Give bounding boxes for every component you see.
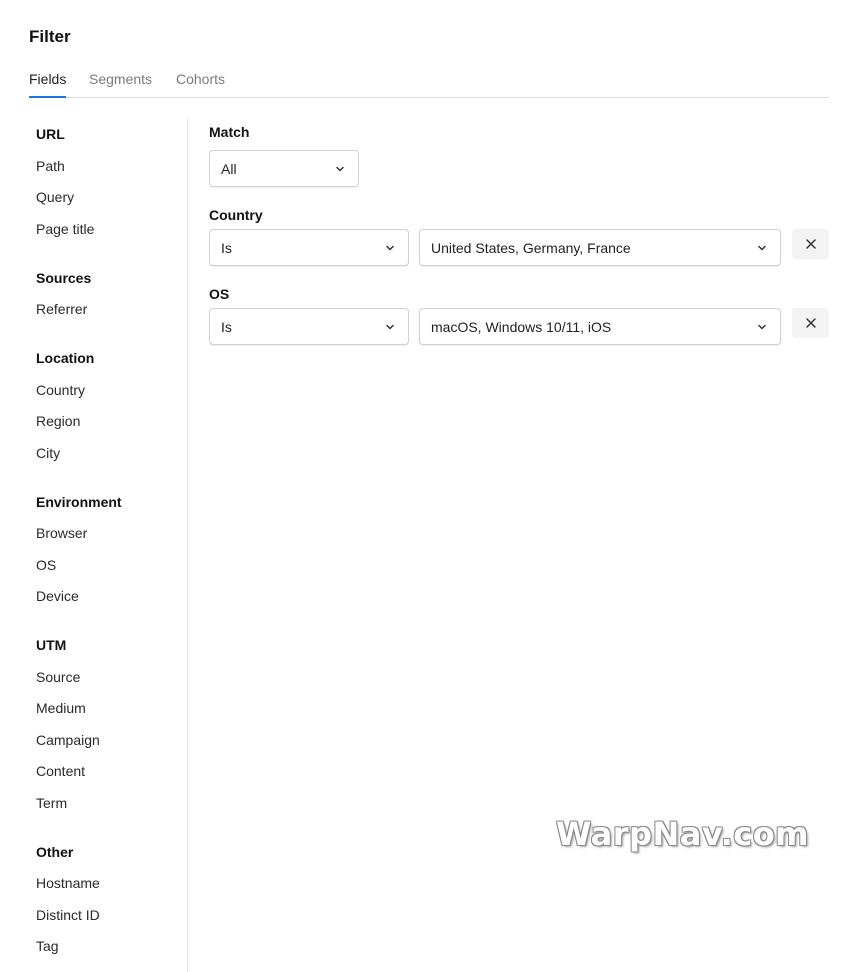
group-heading-url: URL bbox=[36, 126, 65, 142]
field-item-content[interactable]: Content bbox=[36, 763, 85, 779]
group-heading-sources: Sources bbox=[36, 270, 92, 286]
field-item-path[interactable]: Path bbox=[36, 158, 65, 174]
field-item-page-title[interactable]: Page title bbox=[36, 221, 94, 237]
match-select-value: All bbox=[221, 160, 237, 177]
os-operator-value: Is bbox=[221, 318, 232, 335]
field-sidebar: URL Path Query Page title Sources Referr… bbox=[0, 118, 188, 972]
os-value-select[interactable]: macOS, Windows 10/11, iOS bbox=[419, 308, 781, 345]
watermark: WarpNav.com bbox=[556, 815, 810, 853]
group-heading-utm: UTM bbox=[36, 637, 67, 653]
remove-country-filter-button[interactable] bbox=[792, 229, 829, 259]
tab-bar: Fields Segments Cohorts bbox=[29, 70, 829, 98]
field-item-region[interactable]: Region bbox=[36, 413, 80, 429]
field-item-distinct-id[interactable]: Distinct ID bbox=[36, 907, 100, 923]
field-item-query[interactable]: Query bbox=[36, 189, 74, 205]
os-value-text: macOS, Windows 10/11, iOS bbox=[431, 318, 612, 335]
country-operator-value: Is bbox=[221, 239, 232, 256]
filter-label-country: Country bbox=[209, 207, 263, 223]
chevron-down-icon bbox=[336, 166, 344, 171]
remove-os-filter-button[interactable] bbox=[792, 308, 829, 338]
match-select[interactable]: All bbox=[209, 150, 359, 187]
filter-label-os: OS bbox=[209, 286, 230, 302]
field-item-browser[interactable]: Browser bbox=[36, 525, 87, 541]
country-value-select[interactable]: United States, Germany, France bbox=[419, 229, 781, 266]
page-title: Filter bbox=[29, 27, 71, 46]
field-item-os[interactable]: OS bbox=[36, 557, 56, 573]
chevron-down-icon bbox=[386, 324, 394, 329]
country-value-text: United States, Germany, France bbox=[431, 239, 631, 256]
chevron-down-icon bbox=[758, 324, 766, 329]
tab-cohorts[interactable]: Cohorts bbox=[176, 70, 225, 88]
close-icon bbox=[805, 318, 816, 328]
field-item-term[interactable]: Term bbox=[36, 795, 67, 811]
tab-segments[interactable]: Segments bbox=[89, 70, 152, 88]
country-operator-select[interactable]: Is bbox=[209, 229, 409, 266]
group-heading-location: Location bbox=[36, 350, 95, 366]
group-heading-environment: Environment bbox=[36, 494, 122, 510]
field-item-hostname[interactable]: Hostname bbox=[36, 875, 100, 891]
field-item-campaign[interactable]: Campaign bbox=[36, 732, 100, 748]
os-operator-select[interactable]: Is bbox=[209, 308, 409, 345]
field-item-device[interactable]: Device bbox=[36, 588, 79, 604]
close-icon bbox=[805, 239, 816, 249]
match-label: Match bbox=[209, 124, 250, 140]
field-item-source[interactable]: Source bbox=[36, 669, 80, 685]
tab-fields[interactable]: Fields bbox=[29, 70, 67, 98]
chevron-down-icon bbox=[758, 245, 766, 250]
field-item-medium[interactable]: Medium bbox=[36, 700, 86, 716]
field-item-city[interactable]: City bbox=[36, 445, 60, 461]
group-heading-other: Other bbox=[36, 844, 74, 860]
chevron-down-icon bbox=[386, 245, 394, 250]
field-item-referrer[interactable]: Referrer bbox=[36, 301, 87, 317]
field-item-country[interactable]: Country bbox=[36, 382, 85, 398]
field-item-tag[interactable]: Tag bbox=[36, 938, 59, 954]
